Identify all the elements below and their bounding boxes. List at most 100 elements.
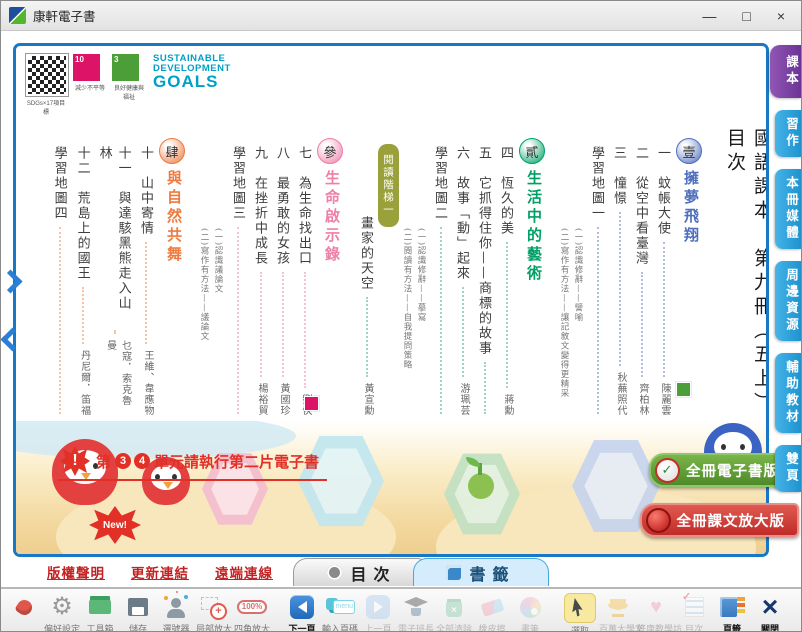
window-minimize-button[interactable]: — <box>702 9 716 23</box>
entry-title: 三 憧憬 <box>609 146 628 206</box>
tool-橡皮擦[interactable]: 橡皮擦 <box>473 590 511 632</box>
unit-number-badge: 貳 <box>519 138 545 164</box>
dotted-leader <box>587 225 606 416</box>
tool-偏好設定[interactable]: 偏好設定 <box>43 590 81 632</box>
tool-電子班長[interactable]: 電子班長 <box>397 590 435 632</box>
bottom-tab-label: 書籤 <box>469 561 515 585</box>
footer-bar: 目次 書籤 版權聲明更新連結遠端連線安裝字型 <box>1 557 801 587</box>
right-tab-習作[interactable]: 習作 <box>775 110 801 157</box>
pin-icon <box>9 593 39 621</box>
window-maximize-button[interactable]: □ <box>742 9 750 23</box>
toolbar-item-label: 橡皮擦 <box>473 622 511 632</box>
toc-unit: 參 生命啟示錄 七 為生命找出口 劉俠 80 八 最勇敢的女孩 黃國珍 88 九… <box>198 112 343 434</box>
tool-四角放大[interactable]: 100% 四角放大 <box>233 590 271 632</box>
tool-好康教學坊[interactable]: 好康教學坊 <box>637 590 675 632</box>
right-tab-輔助教材[interactable]: 輔助教材 <box>775 353 801 433</box>
entry-title: 六 故事「動」起來 <box>452 146 471 281</box>
dotted-leader <box>452 285 471 379</box>
entry-title: 四 恆久的美 <box>496 146 515 236</box>
side-button-label: 全冊課文放大版 <box>677 510 786 531</box>
footer-link-版權聲明[interactable]: 版權聲明 <box>47 562 105 582</box>
sprout-character <box>468 473 494 499</box>
toc-entry[interactable]: 學習地圖一 34 <box>587 112 606 434</box>
notice-prefix: 第 <box>96 451 111 472</box>
tool-目次[interactable]: 目次 <box>675 590 713 632</box>
bottom-tab-書籤[interactable]: 書籤 <box>413 558 549 586</box>
toc-entry[interactable]: 十一 與達駭黑熊走入山林 乜寇．索克魯曼 122 <box>95 112 133 434</box>
page-input-icon: menu <box>325 593 355 621</box>
close-icon <box>755 593 785 621</box>
tool-關閉[interactable]: 關閉 <box>751 590 789 632</box>
entry-title: 八 最勇敢的女孩 <box>272 146 291 266</box>
toc-list-icon <box>679 593 709 621</box>
dotted-leader <box>227 225 247 416</box>
notice-unit-numbers: 34 <box>115 453 150 469</box>
toolbar-item-label: 好康教學坊 <box>637 622 675 632</box>
window-title: 康軒電子書 <box>33 6 96 25</box>
side-button-badge-icon: ✓ <box>655 458 680 483</box>
toolbar-item-label: 工具箱 <box>81 622 119 632</box>
toc-entry[interactable]: 七 為生命找出口 劉俠 80 <box>294 112 313 434</box>
footer-link-更新連結[interactable]: 更新連結 <box>131 562 189 582</box>
footer-link-遠端連線[interactable]: 遠端連線 <box>215 562 273 582</box>
toc-subnote: (一)認識修辭——譬喻 <box>572 112 584 434</box>
tool-選取[interactable]: 選取 <box>561 590 599 632</box>
tool-輸入頁碼[interactable]: menu 輸入頁碼 <box>321 590 359 632</box>
toc-entry[interactable]: 五 它抓得住你——商標的故事 48 <box>474 112 493 434</box>
toolbar-item-label: 全部清除 <box>435 622 473 632</box>
entry-author: 蔣勳 <box>496 394 515 416</box>
right-tab-周邊資源[interactable]: 周邊資源 <box>775 261 801 341</box>
unit-header: 參 生命啟示錄 <box>317 112 343 434</box>
tool-pin[interactable] <box>5 590 43 622</box>
tool-畫筆[interactable]: 畫筆 <box>511 590 549 632</box>
toc-entry[interactable]: 三 憧憬 秋蕪照代 26 <box>609 112 628 434</box>
toolbar-item-label: 關閉 <box>751 622 789 632</box>
toc-entry[interactable]: 學習地圖二 68 <box>430 112 449 434</box>
toc-entry[interactable]: 十二 荒島上的國王 丹尼爾．笛福 134 <box>72 112 92 434</box>
whole-book-enlarged-text-button[interactable]: ✓ 全冊課文放大版 <box>640 503 800 537</box>
entry-author: 王維、韋應物 <box>136 350 155 416</box>
class-leader-icon <box>401 593 431 621</box>
tab-icon <box>327 565 342 580</box>
dotted-leader <box>250 270 269 379</box>
qr-code <box>26 54 68 96</box>
tool-全部清除[interactable]: 全部清除 <box>435 590 473 632</box>
side-button-label: 全冊電子書版 <box>686 460 779 481</box>
right-tab-本冊媒體[interactable]: 本冊媒體 <box>775 169 801 249</box>
entry-title: 學習地圖一 <box>587 146 606 221</box>
quiz-hall-icon <box>603 593 633 621</box>
right-tab-課本[interactable]: 課本 <box>770 45 801 98</box>
tool-上一頁[interactable]: 上一頁 <box>359 590 397 632</box>
tool-局部放大[interactable]: 局部放大 <box>195 590 233 632</box>
right-tab-label: 雙頁 <box>784 452 798 485</box>
toc-entry[interactable]: 二 從空中看臺灣 齊柏林 18 <box>631 112 650 434</box>
toc-entry[interactable]: 八 最勇敢的女孩 黃國珍 88 <box>272 112 291 434</box>
toc-entry[interactable]: 九 在挫折中成長 楊裕貿 96 <box>250 112 269 434</box>
toc-entry[interactable]: 畫家的天空 黃宣勳 72 <box>356 112 375 434</box>
toc-entry[interactable]: 學習地圖三 106 <box>227 112 247 434</box>
tool-工具箱[interactable]: 工具箱 <box>81 590 119 632</box>
toc-entry[interactable]: 一 蚊帳大使 陳麗雲 8 <box>653 112 672 434</box>
tool-頁籤[interactable]: 頁籤 <box>713 590 751 632</box>
tool-下一頁[interactable]: 下一頁 <box>283 590 321 632</box>
tool-百萬大學堂[interactable]: 百萬大學堂 <box>599 590 637 632</box>
toolbar-item-label: 儲存 <box>119 622 157 632</box>
entry-author: 楊裕貿 <box>250 383 269 416</box>
toc-entry[interactable]: 十 山中寄情 王維、韋應物 112 <box>136 112 155 434</box>
tool-儲存[interactable]: 儲存 <box>119 590 157 632</box>
unit-header: 肆 與自然共舞 <box>159 112 185 434</box>
save-icon <box>123 593 153 621</box>
eraser-icon <box>477 593 507 621</box>
tool-選號器[interactable]: 選號器 <box>157 590 195 632</box>
right-tab-雙頁[interactable]: 雙頁 <box>775 445 801 492</box>
entry-title: 學習地圖四 <box>49 146 69 221</box>
sdg3-marker-icon <box>676 382 691 397</box>
toc-entry[interactable]: 四 恆久的美 蔣勳 40 <box>496 112 515 434</box>
toc-entry[interactable]: 六 故事「動」起來 游珮芸 58 <box>452 112 471 434</box>
toc-entry[interactable]: 學習地圖四 144 <box>49 112 69 434</box>
right-tab-strip: 課本習作本冊媒體周邊資源輔助教材雙頁 <box>767 45 801 492</box>
bottom-tab-目次[interactable]: 目次 <box>293 558 431 586</box>
window-close-button[interactable]: × <box>777 9 785 23</box>
title-bar: 康軒電子書 — □ × <box>1 1 801 31</box>
toolbar-item-label: 四角放大 <box>233 622 271 632</box>
